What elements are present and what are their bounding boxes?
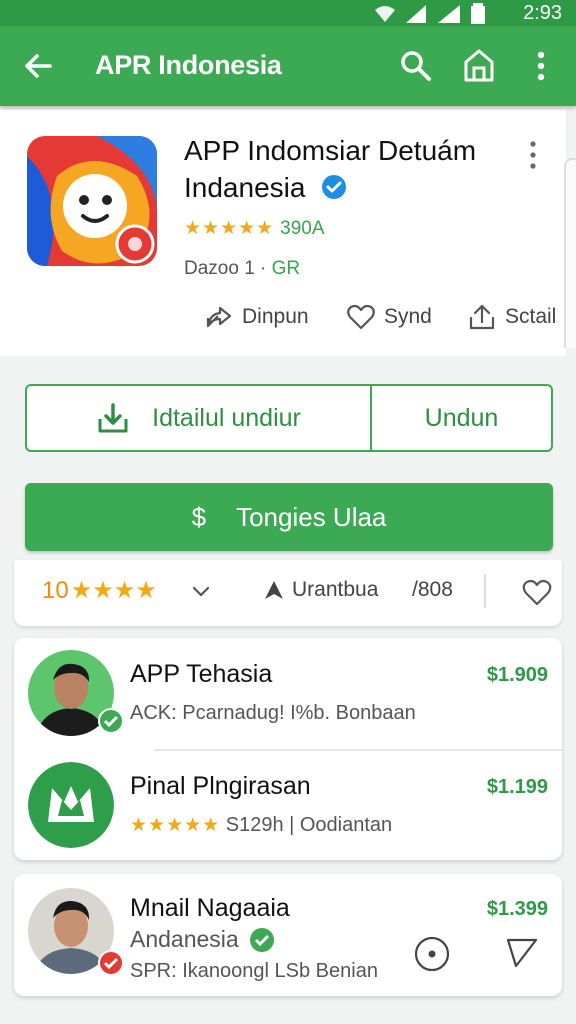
app-logo-crown: [28, 762, 114, 848]
detail-install-button[interactable]: Idtailul undiur: [27, 386, 372, 450]
purchase-button[interactable]: $ Tongies Ulaa: [25, 483, 553, 551]
category-chip[interactable]: Urantbua: [262, 578, 378, 602]
side-panel-edge: [564, 158, 576, 348]
verified-badge-icon: [322, 175, 347, 199]
action-wishlist-label: Synd: [384, 305, 432, 328]
detail-install-label: Idtailul undiur: [152, 403, 301, 432]
app-bar: APR Indonesia: [0, 26, 576, 106]
list-item-title: Pinal Plngirasan: [130, 772, 311, 800]
back-arrow-icon[interactable]: [20, 48, 56, 84]
action-wishlist[interactable]: Synd: [346, 302, 432, 332]
action-share[interactable]: Dinpun: [204, 302, 309, 332]
wifi-icon: [375, 6, 395, 22]
download-button[interactable]: Undun: [372, 386, 551, 450]
action-upload[interactable]: Sctail: [467, 302, 556, 332]
app-meta: Dazoo 1 · GR: [184, 258, 300, 280]
star-rating-icon: ★★★★★: [184, 218, 275, 239]
signal-icon: [406, 5, 426, 23]
list-item-title: Mnail Nagaaia: [130, 894, 290, 922]
list-item-price: $1.399: [486, 898, 548, 920]
verified-check-icon: [98, 950, 124, 976]
upload-icon: [469, 304, 495, 330]
status-time: 2:93: [523, 2, 562, 24]
list-item-price: $1.199: [486, 776, 548, 798]
page-title: APR Indonesia: [95, 50, 282, 80]
dollar-icon: $: [191, 501, 207, 532]
card-more-icon[interactable]: [526, 140, 540, 170]
verified-check-icon: [98, 708, 124, 734]
download-box-icon: [98, 403, 128, 433]
app-logo[interactable]: [27, 136, 157, 266]
list-item-subtitle: SPR: Ikanoongl LSb Benian: [130, 960, 378, 982]
navigation-arrow-icon: [265, 581, 283, 599]
score-value: 10: [42, 576, 69, 604]
app-detail-card: APP Indomsiar Detuám Indanesia ★★★★★ 390…: [0, 110, 566, 356]
share-icon: [206, 306, 232, 328]
list-item-price: $1.909: [486, 664, 548, 686]
status-icons: [374, 3, 486, 25]
list-item[interactable]: APP Tehasia ACK: Pcarnadug! I%b. Bonbaan…: [14, 638, 562, 748]
install-button-group: Idtailul undiur Undun: [25, 384, 553, 452]
action-upload-label: Sctail: [505, 305, 557, 328]
chevron-down-icon[interactable]: [190, 580, 212, 602]
status-bar: 2:93: [0, 0, 576, 26]
favorite-heart-icon[interactable]: [521, 576, 553, 608]
more-vert-icon[interactable]: [530, 48, 552, 84]
developer-link[interactable]: GR: [272, 258, 301, 279]
stat-count: /808: [412, 578, 453, 601]
list-item[interactable]: Pinal Plngirasan ★★★★★ S129h | Oodiantan…: [14, 750, 562, 860]
rating-score: 10 ★★★★: [42, 576, 157, 605]
meta-prefix: Dazoo 1 ·: [184, 258, 272, 279]
search-icon[interactable]: [398, 48, 434, 84]
stats-bar: 10 ★★★★ Urantbua /808: [14, 560, 562, 626]
play-circle-icon[interactable]: [414, 936, 450, 972]
battery-icon: [471, 3, 485, 24]
stats-divider: [484, 574, 486, 608]
list-item-line2: Andanesia: [130, 926, 275, 953]
list-item-subtitle: ACK: Pcarnadug! I%b. Bonbaan: [130, 702, 416, 724]
list-item-subtitle: ★★★★★ S129h | Oodiantan: [130, 814, 392, 837]
signal-icon-2: [438, 5, 460, 23]
list-item-line2-text: Andanesia: [130, 926, 239, 952]
app-name: APP Indomsiar Detuám Indanesia: [184, 132, 524, 206]
stars-icon: ★★★★: [70, 577, 157, 604]
list-item[interactable]: Mnail Nagaaia Andanesia SPR: Ikanoongl L…: [14, 874, 562, 996]
list-item-subtitle-text: S129h | Oodiantan: [225, 814, 393, 836]
heart-icon: [347, 304, 375, 330]
send-triangle-icon[interactable]: [504, 934, 540, 970]
store-icon[interactable]: [460, 46, 498, 84]
app-list-card: Mnail Nagaaia Andanesia SPR: Ikanoongl L…: [14, 874, 562, 996]
action-share-label: Dinpun: [242, 305, 309, 328]
rating-count: 390A: [280, 217, 325, 239]
purchase-label: Tongies Ulaa: [236, 501, 387, 532]
star-rating-icon: ★★★★★: [130, 815, 221, 836]
app-list-card: APP Tehasia ACK: Pcarnadug! I%b. Bonbaan…: [14, 638, 562, 860]
category-label: Urantbua: [292, 578, 379, 601]
download-label: Undun: [424, 403, 499, 432]
verified-check-icon: [249, 927, 274, 952]
rating-row: ★★★★★ 390A: [184, 217, 325, 240]
list-item-title: APP Tehasia: [130, 660, 273, 688]
